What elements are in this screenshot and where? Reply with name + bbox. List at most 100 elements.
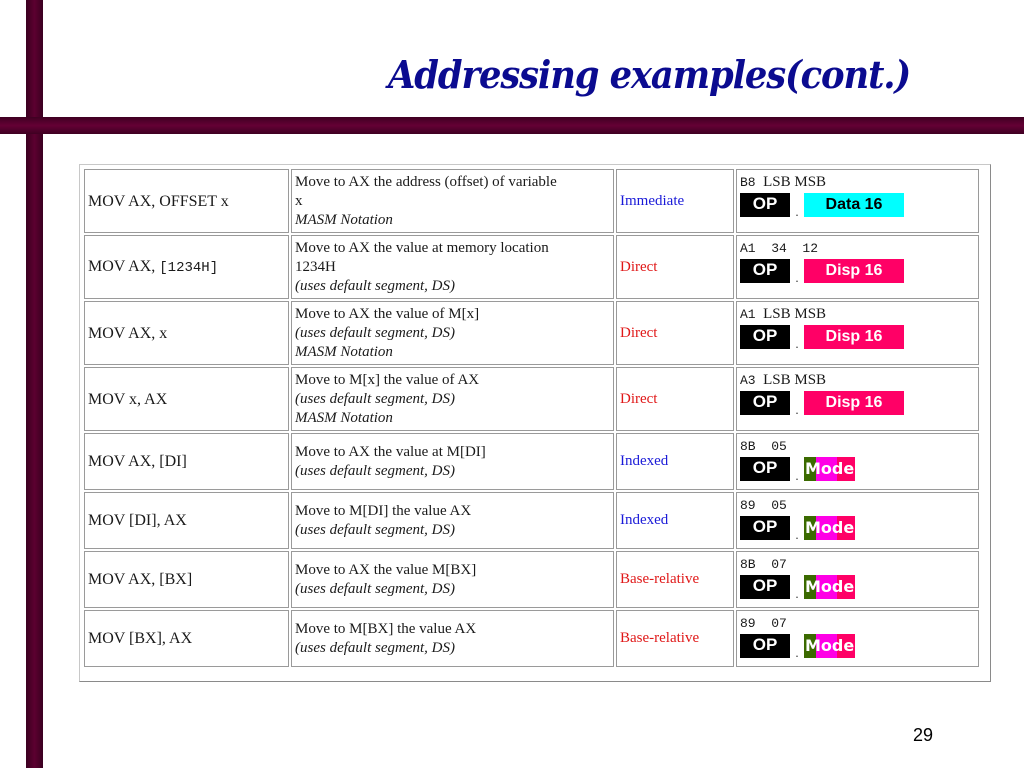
description-line: Move to AX the value at M[DI] [295, 443, 486, 460]
encoding-diagram: OP. Mode [740, 456, 975, 482]
description-note: MASM Notation [295, 211, 393, 228]
description-line: Move to M[DI] the value AX [295, 502, 472, 519]
instruction-text: MOV AX, [BX] [88, 571, 193, 588]
encoding-bytes: A1 LSB MSB [740, 306, 975, 323]
encoding-diagram: OP. Mode [740, 574, 975, 601]
description-line: Move to M[BX] the value AX [295, 620, 477, 637]
table-row: MOV [DI], AX Move to M[DI] the value AX (u… [84, 492, 979, 549]
encoding-cell: 8B 07 OP. Mode [736, 551, 979, 608]
description-note: (uses default segment, DS) [295, 390, 455, 407]
description-line: Move to M[x] the value of AX [295, 371, 480, 388]
separator-dot: . [795, 586, 799, 601]
mode-cell: Direct [616, 301, 734, 365]
instruction-text: MOV AX, x [88, 324, 168, 342]
description-note: (uses default segment, DS) [295, 639, 455, 656]
separator-dot: . [795, 527, 799, 542]
description-cell: Move to AX the value of M[x] (uses defaul… [291, 301, 614, 365]
description-note: (uses default segment, DS) [295, 462, 455, 479]
encoding-bytes: A1 34 12 [740, 240, 975, 257]
separator-dot: . [795, 204, 799, 219]
encoding-cell: 89 05 OP. Mode [736, 492, 979, 549]
frame-vertical-bar [26, 0, 43, 768]
mode-cell: Direct [616, 367, 734, 431]
description-cell: Move to AX the value at M[DI] (uses defau… [291, 433, 614, 490]
description-cell: Move to M[DI] the value AX (uses default … [291, 492, 614, 549]
separator-dot: . [795, 336, 799, 351]
instruction-cell: MOV x, AX [84, 367, 289, 431]
opcode-box: OP [740, 634, 790, 658]
encoding-diagram: OP. Disp 16 [740, 390, 975, 417]
disp16-field-box: Disp 16 [804, 325, 904, 349]
mode-cell: Indexed [616, 433, 734, 490]
description-note: MASM Notation [295, 343, 393, 360]
encoding-diagram: OP. Disp 16 [740, 324, 975, 351]
description-line: 1234H [295, 258, 336, 275]
description-line: Move to AX the value M[BX] [295, 561, 477, 578]
encoding-bytes: 89 07 [740, 615, 975, 632]
mode-cell: Base-relative [616, 551, 734, 608]
page-number: 29 [913, 725, 934, 745]
disp16-field-box: Disp 16 [804, 259, 904, 283]
table-row: MOV x, AX Move to M[x] the value of AX (us… [84, 367, 979, 431]
addressing-mode-label: Direct [620, 258, 658, 275]
table-row: MOV AX, x Move to AX the value of M[x] (us… [84, 301, 979, 365]
addressing-mode-label: Direct [620, 390, 658, 407]
opcode-box: OP [740, 575, 790, 599]
mode-field-box: Mode [804, 457, 855, 481]
encoding-bytes: A3 LSB MSB [740, 372, 975, 389]
byte-order-label: LSB MSB [755, 306, 827, 322]
opcode-bytes: 8B 05 [740, 439, 787, 454]
opcode-box: OP [740, 193, 790, 217]
table-row: MOV AX, OFFSET x Move to AX the address (… [84, 169, 979, 233]
encoding-cell: A3 LSB MSB OP. Disp 16 [736, 367, 979, 431]
separator-dot: . [795, 270, 799, 285]
addressing-mode-label: Immediate [620, 192, 685, 209]
encoding-cell: 8B 05 OP. Mode [736, 433, 979, 490]
instruction-text: MOV AX, OFFSET x [88, 192, 229, 210]
opcode-bytes: A1 34 12 [740, 241, 819, 256]
encoding-bytes: 8B 05 [740, 438, 975, 455]
description-note: (uses default segment, DS) [295, 277, 455, 294]
byte-order-label: LSB MSB [755, 372, 827, 388]
description-note: (uses default segment, DS) [295, 324, 455, 341]
byte-order-label: LSB MSB [755, 174, 827, 190]
encoding-cell: A1 LSB MSB OP. Disp 16 [736, 301, 979, 365]
mode-cell: Indexed [616, 492, 734, 549]
encoding-cell: B8 LSB MSB OP. Data 16 [736, 169, 979, 233]
instruction-text: MOV AX, [DI] [88, 453, 187, 470]
addressing-table: MOV AX, OFFSET x Move to AX the address (… [79, 164, 991, 682]
description-cell: Move to M[x] the value of AX (uses defaul… [291, 367, 614, 431]
table-row: MOV AX, [1234H] Move to AX the value at m… [84, 235, 979, 299]
instruction-text: MOV x, AX [88, 390, 168, 408]
addressing-mode-label: Base-relative [620, 571, 700, 587]
description-cell: Move to AX the address (offset) of varia… [291, 169, 614, 233]
separator-dot: . [795, 402, 799, 417]
instruction-cell: MOV AX, [1234H] [84, 235, 289, 299]
encoding-cell: A1 34 12 OP. Disp 16 [736, 235, 979, 299]
encoding-diagram: OP. Mode [740, 515, 975, 542]
addressing-mode-label: Indexed [620, 512, 669, 528]
opcode-box: OP [740, 457, 790, 481]
opcode-bytes: A3 [740, 373, 756, 388]
table-row: MOV AX, [DI] Move to AX the value at M[DI… [84, 433, 979, 490]
encoding-diagram: OP. Mode [740, 633, 975, 660]
description-note: (uses default segment, DS) [295, 580, 455, 597]
mode-field-box: Mode [804, 575, 855, 599]
opcode-bytes: B8 [740, 175, 756, 190]
opcode-bytes: 8B 07 [740, 557, 787, 572]
encoding-diagram: OP. Disp 16 [740, 258, 975, 285]
description-line: x [295, 192, 303, 209]
addressing-table-body: MOV AX, OFFSET x Move to AX the address (… [84, 169, 979, 667]
instruction-cell: MOV AX, [DI] [84, 433, 289, 490]
instruction-cell: MOV [DI], AX [84, 492, 289, 549]
instruction-cell: MOV AX, x [84, 301, 289, 365]
instruction-operand: [1234H] [159, 259, 219, 276]
encoding-diagram: OP. Data 16 [740, 192, 975, 219]
mode-field-box: Mode [804, 516, 855, 540]
description-line: Move to AX the value at memory location [295, 239, 549, 256]
mode-cell: Base-relative [616, 610, 734, 667]
separator-dot: . [795, 645, 799, 660]
description-cell: Move to AX the value M[BX] (uses default … [291, 551, 614, 608]
encoding-bytes: 8B 07 [740, 556, 975, 573]
opcode-box: OP [740, 516, 790, 540]
